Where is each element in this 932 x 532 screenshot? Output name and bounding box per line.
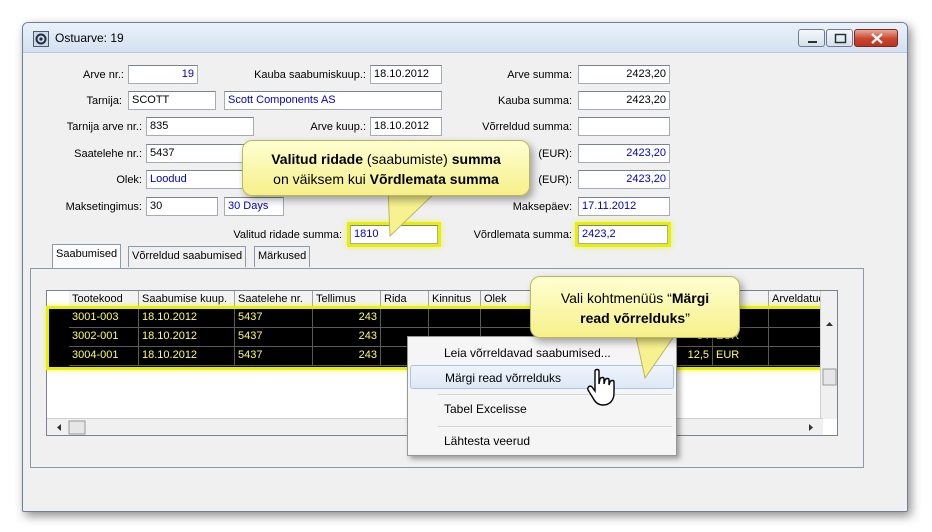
- menu-separator: [438, 394, 672, 395]
- grid-cell[interactable]: 243: [313, 347, 381, 366]
- vorreldud-summa-label: Võrreldud summa:: [482, 121, 572, 133]
- minimize-icon: [808, 41, 817, 43]
- tab-saabumised[interactable]: Saabumised: [52, 244, 122, 268]
- col-tellimus[interactable]: Tellimus: [313, 291, 381, 309]
- eur-2-label: (EUR):: [538, 174, 572, 186]
- grid-cell[interactable]: 243: [313, 328, 381, 347]
- grid-cell[interactable]: [429, 309, 481, 328]
- grid-cell[interactable]: [769, 309, 823, 328]
- callout-pointer: [634, 332, 678, 380]
- scroll-arrows-icon: [822, 322, 837, 439]
- col-arveldatud[interactable]: Arveldatud: [769, 291, 823, 309]
- window-title: Ostuarve: 19: [55, 31, 124, 45]
- grid-cell[interactable]: [381, 309, 429, 328]
- vorreldud-summa-field[interactable]: [578, 117, 670, 136]
- close-button[interactable]: [854, 29, 898, 47]
- kauba-saabumiskuup-field[interactable]: 18.10.2012: [370, 65, 442, 84]
- tarnija-code-field[interactable]: SCOTT: [128, 91, 216, 110]
- olek-field[interactable]: Loodud: [146, 170, 254, 189]
- minimize-button[interactable]: [798, 29, 825, 47]
- maksetingimus-name-field[interactable]: 30 Days: [224, 197, 284, 216]
- saatelehe-nr-field[interactable]: 5437: [146, 144, 254, 163]
- eur-1-label: (EUR):: [538, 148, 572, 160]
- saatelehe-nr-label: Saatelehe nr.:: [74, 148, 142, 160]
- grid-cell[interactable]: 3001-003: [69, 309, 139, 328]
- maksetingimus-code-field[interactable]: 30: [146, 197, 218, 216]
- eur-2-field[interactable]: 2423,20: [578, 170, 670, 189]
- title-bar: Ostuarve: 19: [23, 23, 907, 53]
- grid-cell[interactable]: 18.10.2012: [139, 309, 235, 328]
- vordlemata-summa-field[interactable]: 2423,2: [575, 222, 671, 247]
- col-saabumise-kuup[interactable]: Saabumise kuup.: [139, 291, 235, 309]
- gear-icon: [33, 31, 49, 47]
- arve-summa-label: Arve summa:: [507, 69, 572, 81]
- arve-nr-label: Arve nr.:: [83, 69, 124, 81]
- maksepaev-field[interactable]: 17.11.2012: [578, 197, 670, 216]
- kauba-summa-field[interactable]: 2423,20: [578, 91, 670, 110]
- kauba-summa-label: Kauba summa:: [498, 95, 572, 107]
- grid-cell[interactable]: 18.10.2012: [139, 347, 235, 366]
- col-rida[interactable]: Rida: [381, 291, 429, 309]
- grid-cell[interactable]: 3002-001: [69, 328, 139, 347]
- grid-cell[interactable]: 243: [313, 309, 381, 328]
- maksepaev-label: Maksepäev:: [512, 201, 572, 213]
- callout-mark-compared: Vali kohtmenüüs “Märgi read võrrelduks”: [530, 276, 740, 338]
- menu-item-export-excel[interactable]: Tabel Excelisse: [410, 397, 674, 421]
- menu-item-reset-columns[interactable]: Lähtesta veerud: [410, 429, 674, 453]
- callout-selected-sum: Valitud ridade (saabumiste) summa on väi…: [242, 140, 530, 196]
- col-kinnitus[interactable]: Kinnitus: [429, 291, 481, 309]
- arve-kuup-field[interactable]: 18.10.2012: [370, 117, 442, 136]
- close-icon: [871, 33, 883, 44]
- tab-vorreldud-saabumised[interactable]: Võrreldud saabumised: [128, 246, 247, 267]
- grid-cell[interactable]: 5437: [235, 328, 313, 347]
- arve-kuup-label: Arve kuup.:: [310, 121, 366, 133]
- grid-cell[interactable]: [769, 328, 823, 347]
- maximize-button[interactable]: [826, 29, 853, 47]
- tarnija-label: Tarnija:: [86, 95, 122, 107]
- vertical-scrollbar[interactable]: [820, 291, 837, 439]
- col-saatelehe-nr[interactable]: Saatelehe nr.: [235, 291, 313, 309]
- valitud-ridade-summa-label: Valitud ridade summa:: [233, 229, 342, 241]
- maksetingimus-label: Maksetingimus:: [65, 201, 142, 213]
- arve-nr-field[interactable]: 19: [128, 65, 198, 84]
- arve-summa-field[interactable]: 2423,20: [578, 65, 670, 84]
- olek-label: Olek:: [116, 174, 142, 186]
- tab-markused[interactable]: Märkused: [254, 246, 311, 267]
- tarnija-arve-nr-field[interactable]: 835: [146, 117, 254, 136]
- tarnija-name-field[interactable]: Scott Components AS: [224, 91, 442, 110]
- grid-cell[interactable]: 5437: [235, 309, 313, 328]
- grid-cell[interactable]: [769, 347, 823, 366]
- grid-cell[interactable]: 18.10.2012: [139, 328, 235, 347]
- tarnija-arve-nr-label: Tarnija arve nr.:: [66, 121, 142, 133]
- grid-cell[interactable]: 5437: [235, 347, 313, 366]
- menu-separator: [438, 426, 672, 427]
- eur-1-field[interactable]: 2423,20: [578, 144, 670, 163]
- grid-cell[interactable]: 3004-001: [69, 347, 139, 366]
- vordlemata-summa-label: Võrdlemata summa:: [473, 229, 572, 241]
- kauba-saabumiskuup-label: Kauba saabumiskuup.:: [254, 69, 366, 81]
- maximize-icon: [834, 33, 847, 44]
- grid-cell[interactable]: EUR: [713, 347, 769, 366]
- col-tootekood[interactable]: Tootekood: [69, 291, 139, 309]
